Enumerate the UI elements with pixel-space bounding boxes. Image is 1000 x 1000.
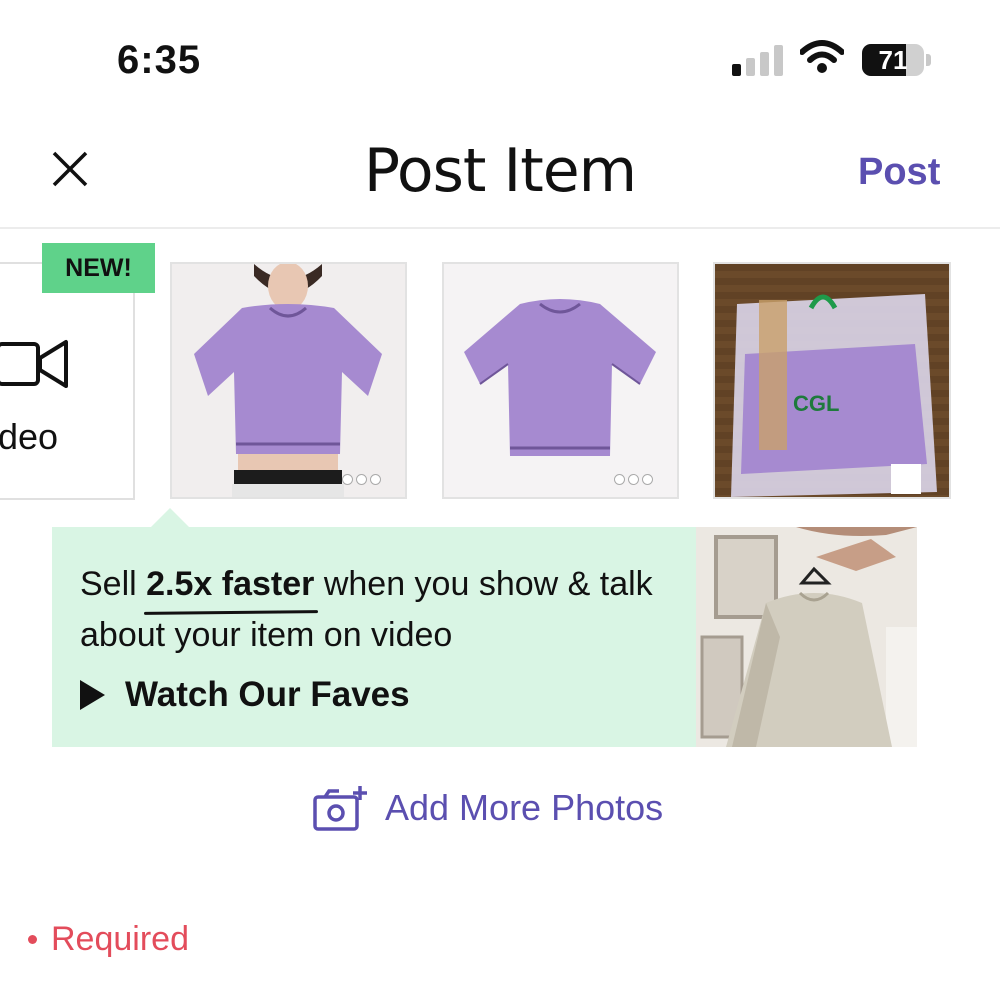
play-icon (80, 680, 105, 710)
post-button[interactable]: Post (858, 151, 940, 194)
cellular-signal-icon (732, 44, 784, 76)
watch-label: Watch Our Faves (125, 675, 410, 714)
photo-thumbnail-2[interactable] (442, 262, 679, 499)
promo-video-thumbnail[interactable] (696, 527, 917, 747)
photo-packaged-tshirt: CGL (715, 264, 949, 497)
video-tile-label: deo (0, 416, 59, 457)
promo-prefix: Sell (80, 565, 147, 603)
watch-our-faves-button[interactable]: Watch Our Faves (80, 675, 410, 715)
promo-highlight: 2.5x faster (146, 559, 314, 610)
battery-percent: 71 (878, 45, 908, 75)
add-video-tile[interactable]: deo (0, 262, 135, 500)
photo-thumbnail-1[interactable] (170, 262, 407, 499)
promo-message: Sell 2.5x faster when you show & talk ab… (80, 559, 700, 661)
more-photos-dots-icon (614, 474, 653, 485)
photo-flat-tshirt (444, 264, 677, 497)
status-time: 6:35 (117, 38, 202, 82)
video-promo-card[interactable]: Sell 2.5x faster when you show & talk ab… (52, 527, 917, 747)
battery-icon: 71 (862, 44, 924, 76)
page-title: Post Item (363, 136, 637, 206)
add-photo-icon (313, 786, 367, 831)
video-camera-icon (0, 340, 68, 388)
add-more-photos-label: Add More Photos (385, 787, 664, 828)
add-more-photos-button[interactable]: Add More Photos (313, 785, 663, 831)
header-divider (0, 227, 1000, 229)
more-photos-dots-icon (342, 474, 381, 485)
package-label: CGL (793, 391, 839, 416)
photo-thumbnail-3[interactable]: CGL (713, 262, 951, 499)
photo-model-tshirt (172, 264, 405, 497)
required-note: Required (28, 920, 189, 959)
wifi-icon (800, 40, 844, 73)
required-dot-icon (28, 935, 37, 944)
new-badge: NEW! (42, 243, 155, 293)
promo-pointer (150, 508, 190, 528)
required-label: Required (51, 920, 189, 958)
battery-nub (926, 54, 931, 66)
